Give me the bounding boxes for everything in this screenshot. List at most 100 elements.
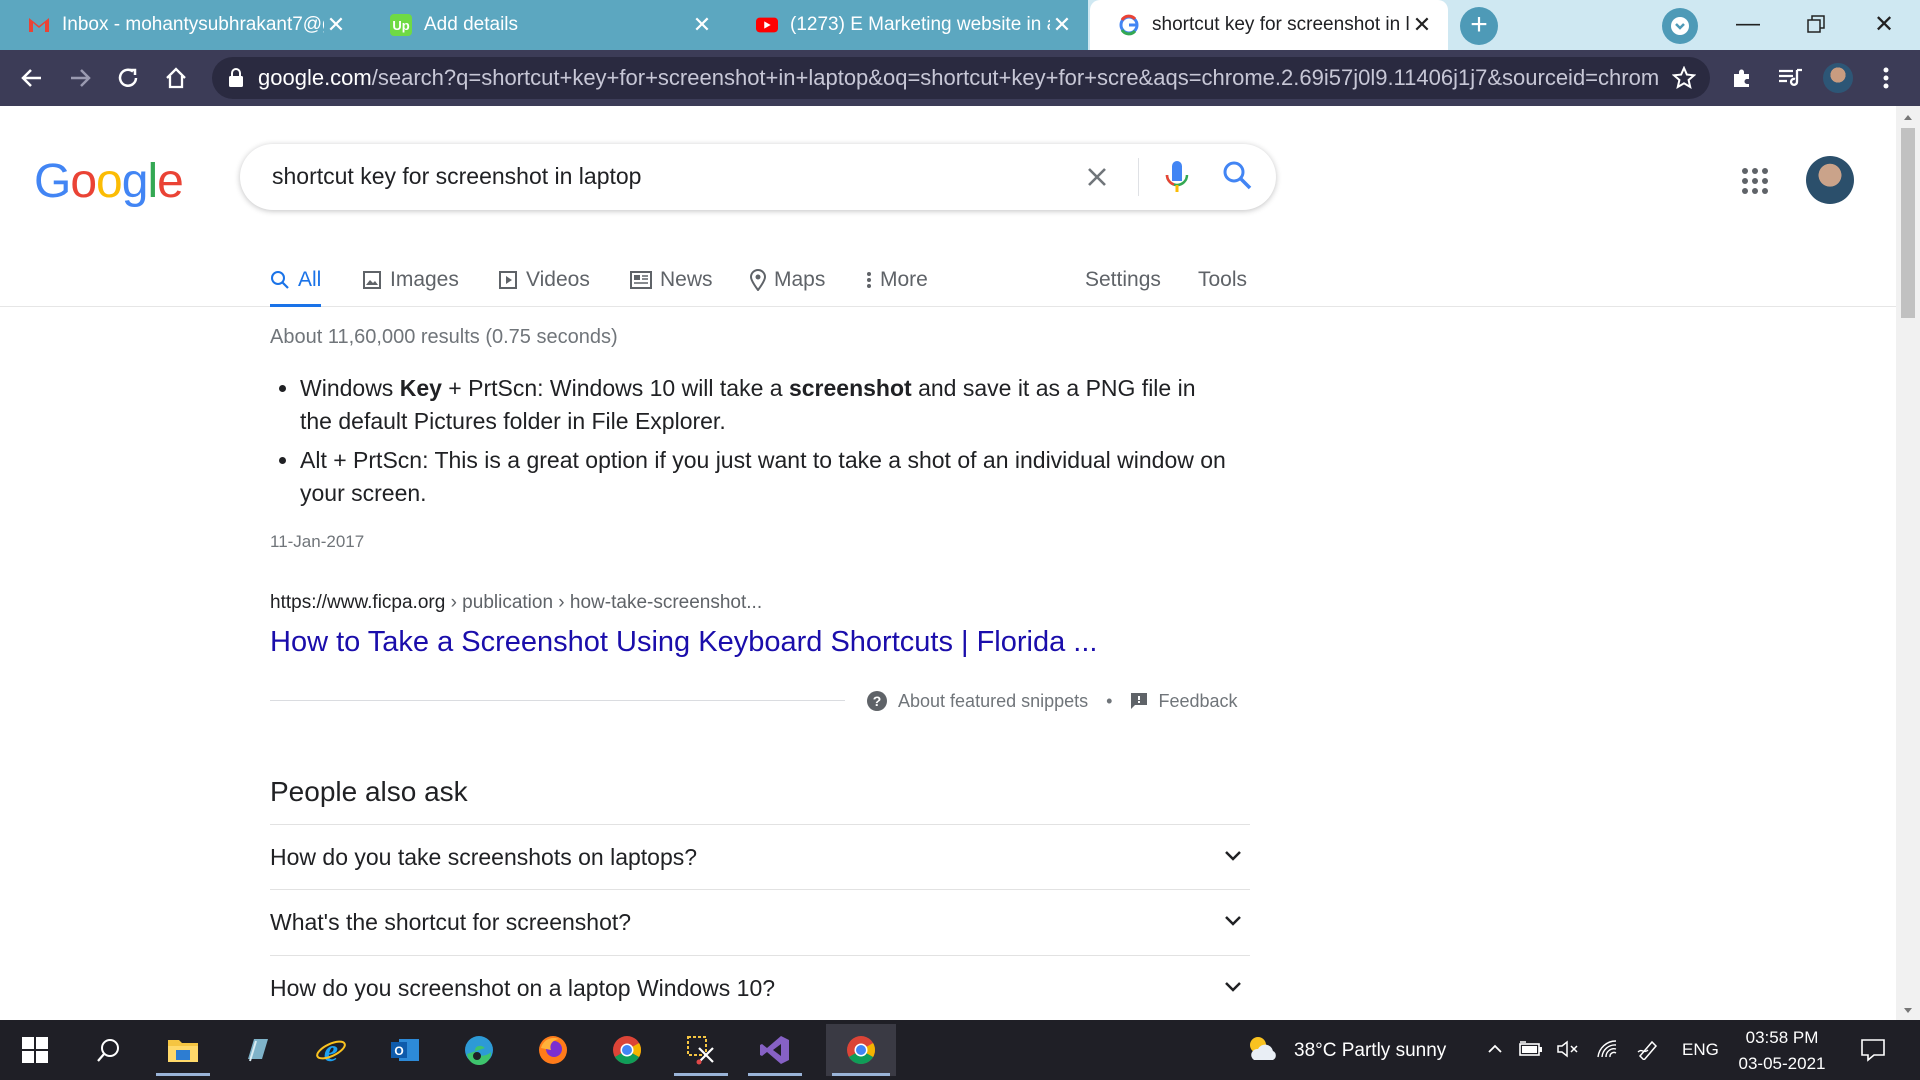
- notification-icon: [1861, 1039, 1885, 1062]
- chrome-active-app[interactable]: [826, 1024, 896, 1076]
- visual-studio-app[interactable]: [742, 1024, 808, 1076]
- search-box[interactable]: shortcut key for screenshot in laptop: [240, 144, 1276, 210]
- weather-icon[interactable]: [1246, 1034, 1280, 1069]
- close-icon[interactable]: ✕: [324, 12, 348, 38]
- paa-question[interactable]: How do you screenshot on a laptop Window…: [270, 955, 1250, 1020]
- account-avatar[interactable]: [1806, 156, 1854, 204]
- tab-news[interactable]: News: [630, 262, 713, 298]
- about-featured-snippets-link[interactable]: About featured snippets: [898, 691, 1088, 712]
- internet-explorer-app[interactable]: e: [298, 1024, 364, 1076]
- scroll-down-icon[interactable]: [1896, 1004, 1920, 1018]
- question-text: What's the shortcut for screenshot?: [270, 908, 632, 935]
- tab-videos[interactable]: Videos: [498, 262, 590, 298]
- input-language-indicator[interactable]: ENG: [1682, 1040, 1719, 1060]
- media-control-button[interactable]: [1770, 58, 1810, 98]
- minimize-button[interactable]: —: [1720, 6, 1776, 42]
- page-scrollbar[interactable]: [1896, 106, 1920, 1020]
- profile-button[interactable]: [1818, 58, 1858, 98]
- tab-upwork[interactable]: Up Add details ✕: [362, 0, 728, 50]
- question-text: How do you screenshot on a laptop Window…: [270, 974, 776, 1001]
- search-input[interactable]: shortcut key for screenshot in laptop: [272, 163, 641, 190]
- show-hidden-icons-button[interactable]: [1486, 1040, 1504, 1063]
- result-stats: About 11,60,000 results (0.75 seconds): [270, 326, 618, 348]
- gmail-icon: [28, 14, 50, 36]
- clear-search-button[interactable]: [1080, 160, 1114, 194]
- google-results-page: Google shortcut key for screenshot in la…: [0, 106, 1896, 1020]
- tab-label: All: [298, 268, 322, 291]
- restore-button[interactable]: [1788, 6, 1844, 42]
- close-window-button[interactable]: ✕: [1856, 6, 1912, 42]
- start-button[interactable]: [2, 1024, 68, 1076]
- weather-text[interactable]: 38°C Partly sunny: [1294, 1040, 1446, 1062]
- home-button[interactable]: [156, 58, 196, 98]
- forward-button[interactable]: [60, 58, 100, 98]
- search-button[interactable]: [1220, 158, 1258, 196]
- back-button[interactable]: [12, 58, 52, 98]
- close-icon[interactable]: ✕: [1050, 12, 1074, 38]
- notification-center-button[interactable]: [1860, 1038, 1886, 1067]
- visual-studio-icon: [760, 1036, 789, 1064]
- tab-youtube[interactable]: (1273) E Marketing website in asp ✕: [728, 0, 1088, 50]
- tab-gmail[interactable]: Inbox - mohantysubhrakant7@gmail.com ✕: [0, 0, 362, 50]
- taskbar-search-button[interactable]: [76, 1024, 142, 1076]
- settings-link[interactable]: Settings: [1085, 262, 1161, 298]
- tab-label: News: [660, 268, 713, 291]
- featured-snippet: Windows Key + PrtScn: Windows 10 will ta…: [270, 372, 1230, 516]
- result-title-link[interactable]: How to Take a Screenshot Using Keyboard …: [270, 626, 1097, 659]
- tab-more[interactable]: More: [866, 262, 928, 298]
- image-icon: [362, 270, 382, 290]
- paa-question[interactable]: What's the shortcut for screenshot?: [270, 889, 1250, 954]
- snippet-text: Windows: [300, 375, 400, 401]
- scroll-thumb[interactable]: [1901, 128, 1915, 318]
- paa-question[interactable]: How do you take screenshots on laptops?: [270, 824, 1250, 889]
- edge-app[interactable]: [446, 1024, 512, 1076]
- extensions-button[interactable]: [1722, 58, 1762, 98]
- tab-all[interactable]: All: [270, 262, 322, 307]
- close-icon[interactable]: ✕: [1410, 12, 1434, 38]
- new-tab-button[interactable]: +: [1460, 7, 1498, 45]
- lock-icon: [228, 68, 244, 88]
- google-logo[interactable]: Google: [34, 154, 184, 209]
- tab-maps[interactable]: Maps: [750, 262, 825, 298]
- outlook-app[interactable]: O: [372, 1024, 438, 1076]
- snippet-bold: screenshot: [788, 375, 912, 401]
- tab-title: Add details: [424, 14, 519, 35]
- tools-link[interactable]: Tools: [1198, 262, 1247, 298]
- google-apps-button[interactable]: [1740, 166, 1770, 196]
- bookmark-star-icon[interactable]: [1671, 65, 1697, 95]
- windows-taskbar: e O 38°C Partly sunny ENG 03:58 PM 03-05…: [0, 1020, 1920, 1080]
- internet-explorer-icon: e: [316, 1034, 346, 1066]
- restore-icon: [1807, 15, 1825, 33]
- divider: [1138, 158, 1139, 196]
- tab-label: Tools: [1198, 268, 1248, 291]
- snipping-tool-app[interactable]: [668, 1024, 734, 1076]
- wifi-icon[interactable]: [1596, 1039, 1620, 1064]
- feedback-link[interactable]: Feedback: [1158, 691, 1237, 712]
- voice-search-button[interactable]: [1162, 158, 1192, 196]
- close-icon[interactable]: ✕: [690, 12, 714, 38]
- chrome-app[interactable]: [594, 1024, 660, 1076]
- cite-path: › publication › how-take-screenshot...: [445, 592, 763, 613]
- tab-search-button[interactable]: [1662, 8, 1698, 44]
- firefox-app[interactable]: [520, 1024, 586, 1076]
- svg-text:?: ?: [873, 693, 882, 709]
- notepad-app[interactable]: [224, 1024, 290, 1076]
- featured-snippet-footer: ? About featured snippets • Feedback: [866, 690, 1238, 712]
- help-icon: ?: [866, 690, 888, 712]
- pen-icon[interactable]: [1636, 1038, 1660, 1065]
- firefox-icon: [539, 1036, 567, 1064]
- chevron-down-icon: [1671, 17, 1689, 35]
- reload-button[interactable]: [108, 58, 148, 98]
- result-url[interactable]: https://www.ficpa.org › publication › ho…: [270, 592, 762, 614]
- chrome-menu-button[interactable]: [1866, 58, 1906, 98]
- file-explorer-app[interactable]: [150, 1024, 216, 1076]
- youtube-icon: [756, 14, 778, 36]
- clock[interactable]: 03:58 PM 03-05-2021: [1734, 1028, 1830, 1074]
- address-bar[interactable]: google.com/search?q=shortcut+key+for+scr…: [212, 57, 1710, 99]
- tab-images[interactable]: Images: [362, 262, 459, 298]
- volume-muted-icon[interactable]: [1556, 1039, 1580, 1064]
- snippet-bullet: Alt + PrtScn: This is a great option if …: [300, 444, 1230, 510]
- battery-icon[interactable]: [1518, 1040, 1544, 1063]
- tab-google-search[interactable]: shortcut key for screenshot in laptop ✕: [1090, 0, 1448, 50]
- scroll-up-icon[interactable]: [1896, 110, 1920, 124]
